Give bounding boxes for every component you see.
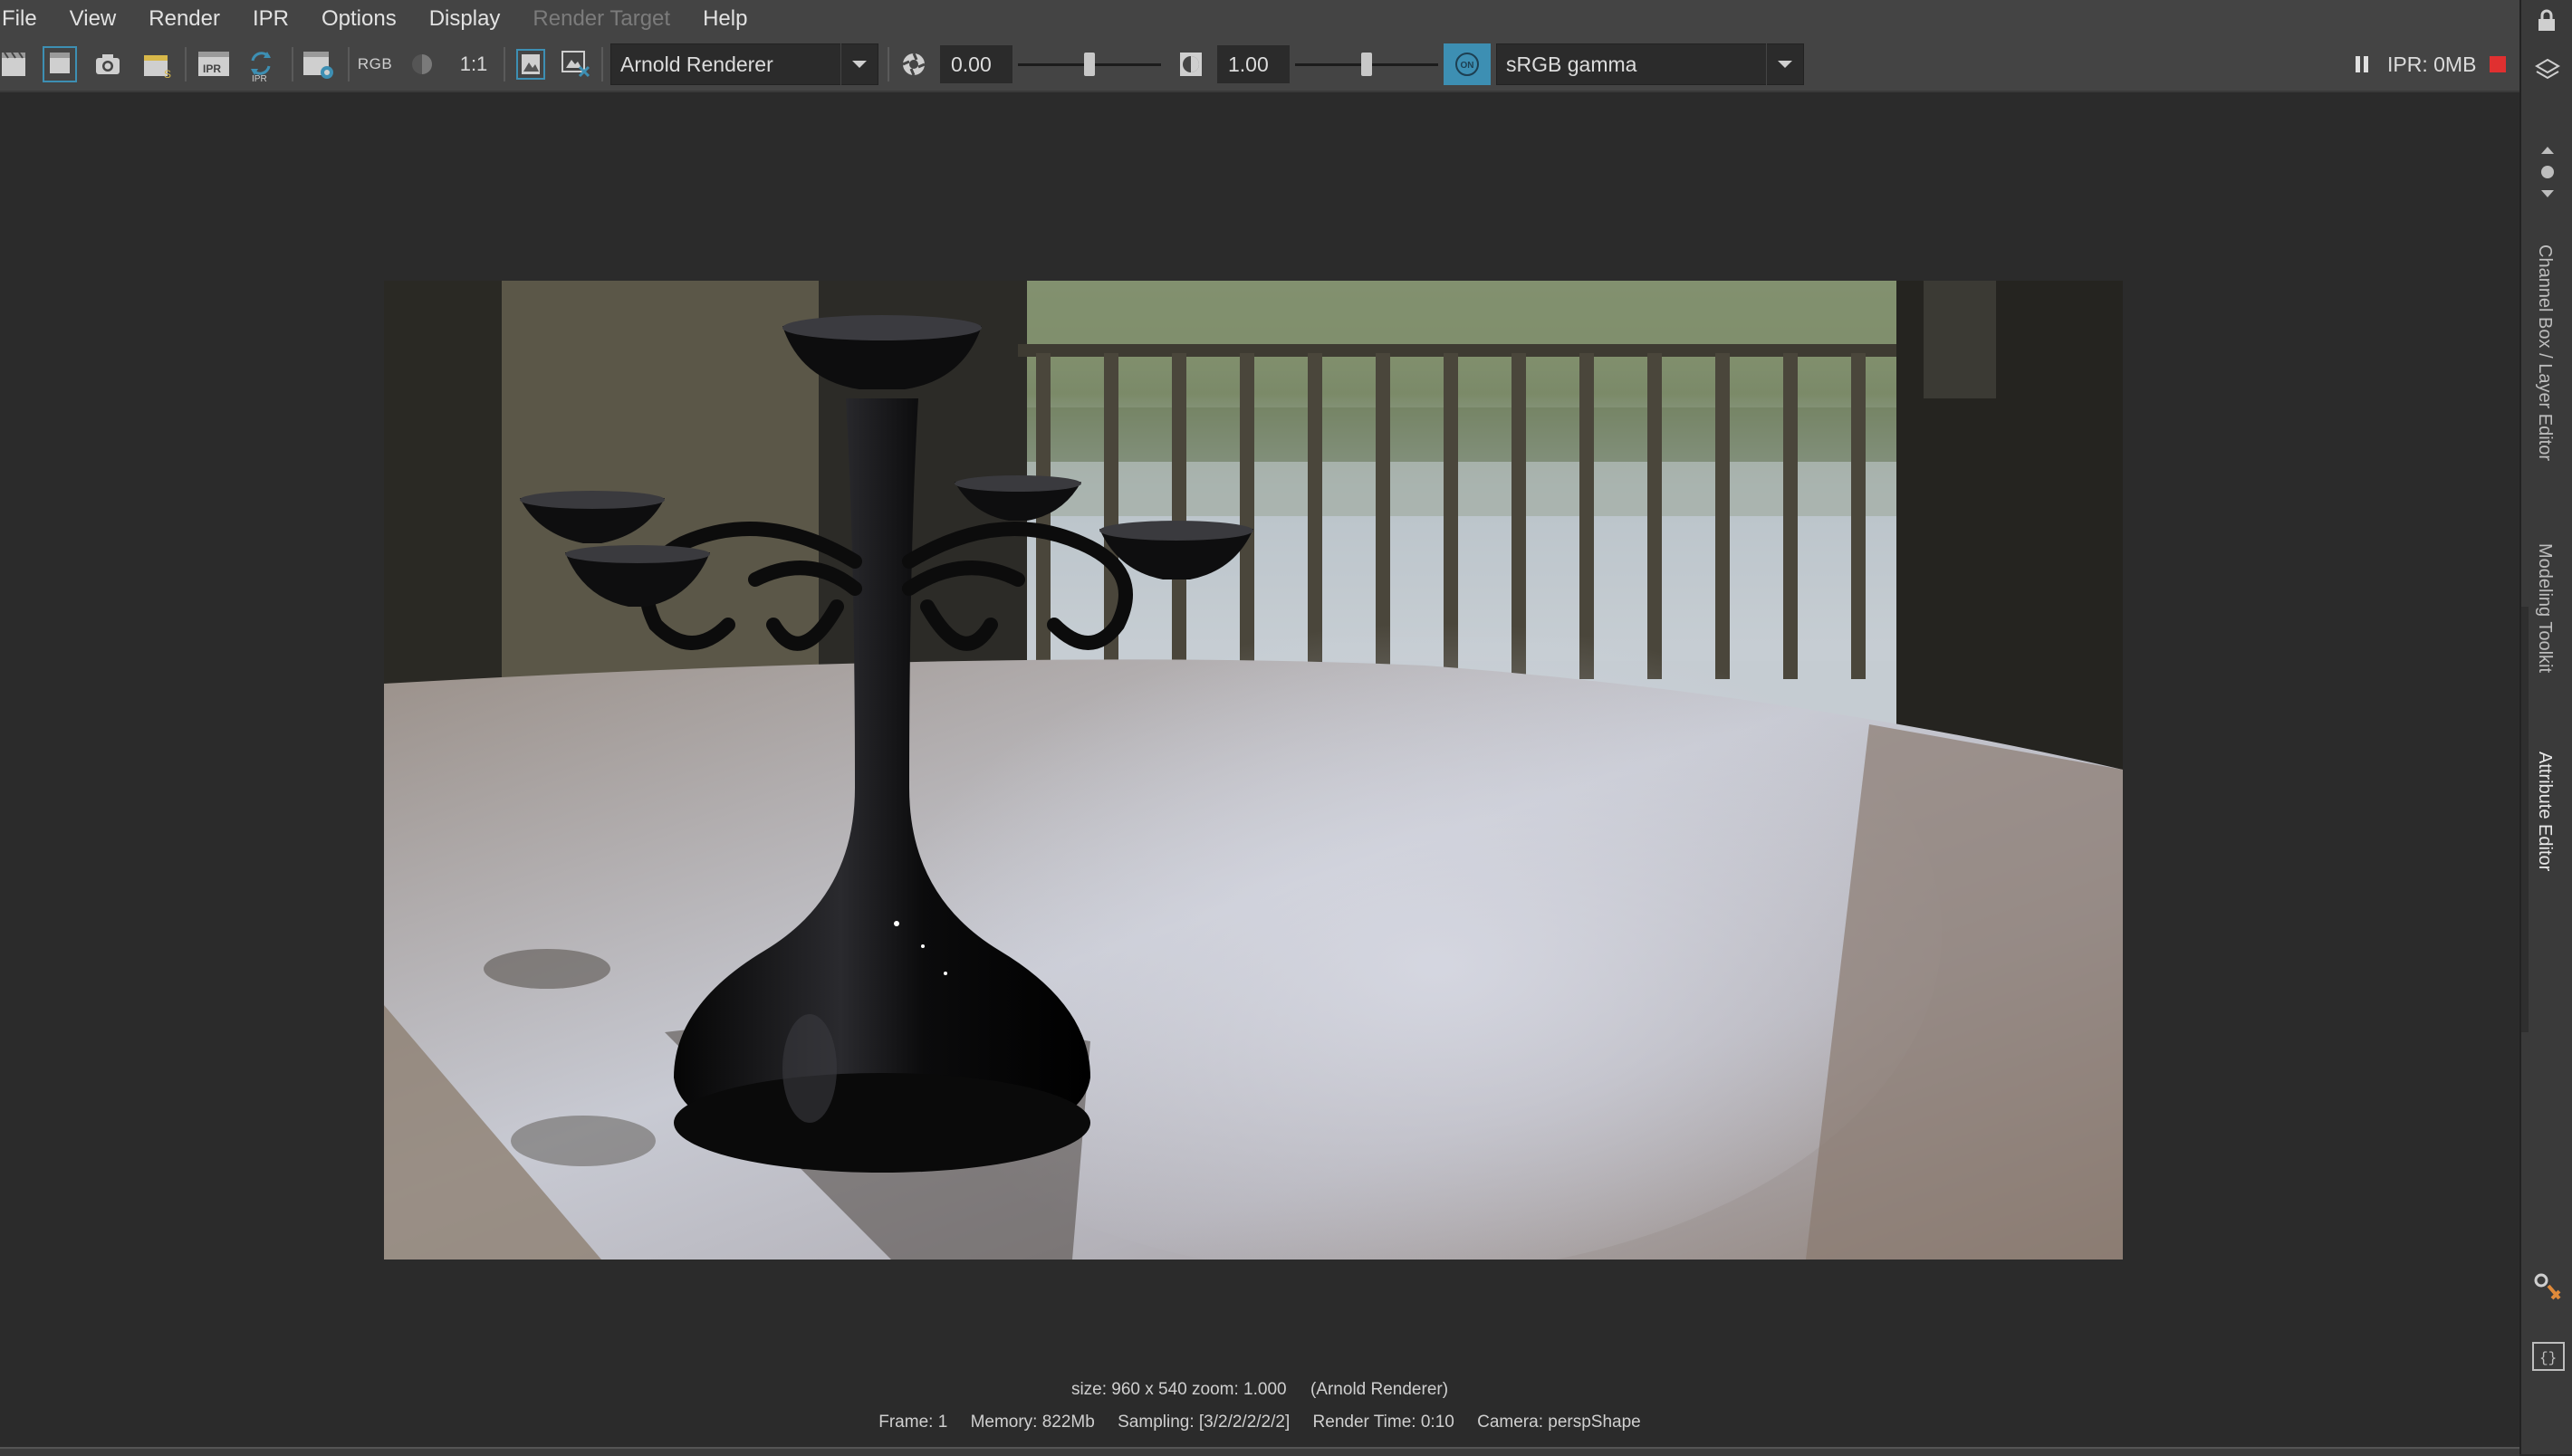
render-region-icon[interactable] — [42, 45, 78, 83]
render-size-info: size: 960 x 540 zoom: 1.000 (Arnold Rend… — [1070, 1380, 1449, 1399]
svg-text:IPR: IPR — [203, 62, 221, 75]
refresh-ipr-icon[interactable]: IPR — [243, 45, 279, 83]
toolbar-separator — [888, 47, 889, 81]
rgb-channel-button[interactable]: RGB — [357, 45, 393, 83]
chevron-down-icon — [1766, 43, 1803, 85]
layers-icon[interactable] — [2534, 56, 2561, 88]
chevron-down-icon — [840, 43, 878, 85]
menu-render-target: Render Target — [533, 6, 671, 31]
renderer-dropdown-label: Arnold Renderer — [620, 52, 773, 76]
real-size-button[interactable]: 1:1 — [451, 45, 496, 83]
svg-text:S: S — [164, 68, 171, 80]
menu-bar: File View Render IPR Options Display Render Ta… — [0, 0, 2519, 38]
menu-options[interactable]: Options — [305, 0, 413, 38]
svg-text:{}: {} — [2539, 1350, 2557, 1366]
modeling-toolkit-tab[interactable]: Modeling Toolkit — [2534, 543, 2555, 673]
render-settings-icon[interactable] — [301, 45, 337, 83]
exposure-slider-handle[interactable] — [1084, 53, 1095, 76]
exposure-field[interactable]: 0.00 — [940, 45, 1012, 83]
tool-settings-icon[interactable] — [2532, 1271, 2565, 1308]
railing-baluster — [1715, 353, 1730, 679]
render-stats: Frame: 1 Memory: 822Mb Sampling: [3/2/2/… — [0, 1413, 2519, 1432]
attribute-editor-tab[interactable]: Attribute Editor — [2534, 752, 2555, 871]
sampling-label: Sampling: [3/2/2/2/2/2] — [1118, 1413, 1291, 1432]
scroll-up-icon[interactable] — [2539, 145, 2556, 204]
render-frame-icon[interactable] — [0, 45, 27, 83]
menu-display[interactable]: Display — [413, 0, 517, 38]
menu-help[interactable]: Help — [686, 0, 763, 38]
exposure-icon[interactable] — [897, 45, 931, 83]
menu-render[interactable]: Render — [132, 0, 236, 38]
gamma-slider-handle[interactable] — [1361, 53, 1372, 76]
gamma-field[interactable]: 1.00 — [1217, 45, 1290, 83]
menu-file[interactable]: File — [0, 0, 53, 38]
frame-label: Frame: 1 — [878, 1413, 948, 1432]
gamma-slider[interactable] — [1295, 45, 1438, 83]
memory-label: Memory: 822Mb — [970, 1413, 1095, 1432]
view-transform-toggle-label: ON — [1461, 61, 1474, 71]
toolbar-separator — [185, 47, 187, 81]
remove-image-icon[interactable] — [558, 45, 594, 83]
railing-baluster — [1647, 353, 1662, 679]
bottom-bar — [0, 1447, 2519, 1456]
right-dock-strip: Channel Box / Layer Editor Modeling Tool… — [2519, 0, 2572, 1454]
lock-icon[interactable] — [2536, 9, 2558, 37]
view-transform-toggle[interactable]: ON — [1444, 43, 1491, 85]
render-image — [384, 281, 2123, 1260]
railing-baluster — [1783, 353, 1798, 679]
render-sequence-icon[interactable]: S — [141, 45, 174, 83]
camera-label: Camera: perspShape — [1477, 1413, 1641, 1432]
railing-baluster — [1851, 353, 1866, 679]
renderer-dropdown[interactable]: Arnold Renderer — [610, 43, 878, 85]
toolbar-separator — [504, 47, 505, 81]
render-view-toolbar: S IPR IPR RGB 1:1 Arnold Renderer 0.00 1… — [0, 38, 2519, 92]
svg-text:IPR: IPR — [252, 74, 267, 82]
menu-view[interactable]: View — [53, 0, 133, 38]
menu-ipr[interactable]: IPR — [236, 0, 305, 38]
color-space-label: sRGB gamma — [1506, 52, 1637, 76]
alpha-channel-icon[interactable] — [404, 45, 440, 83]
stop-ipr-icon[interactable] — [2487, 45, 2509, 83]
toolbar-separator — [601, 47, 603, 81]
pause-ipr-icon[interactable] — [2351, 45, 2373, 83]
rendered-scene — [384, 281, 2123, 1260]
exposure-slider[interactable] — [1018, 45, 1161, 83]
color-space-dropdown[interactable]: sRGB gamma — [1496, 43, 1804, 85]
dock-scrollbar[interactable] — [2521, 607, 2529, 1032]
channel-box-tab[interactable]: Channel Box / Layer Editor — [2534, 244, 2555, 461]
snapshot-icon[interactable] — [92, 45, 123, 83]
ipr-clapper-icon[interactable]: IPR — [196, 45, 232, 83]
display-image-icon[interactable] — [513, 45, 549, 83]
render-time-label: Render Time: 0:10 — [1312, 1413, 1454, 1432]
toolbar-separator — [292, 47, 293, 81]
script-editor-icon[interactable]: {} — [2532, 1342, 2565, 1371]
ipr-memory-label: IPR: 0MB — [2387, 53, 2477, 76]
toolbar-separator — [348, 47, 350, 81]
gamma-icon[interactable] — [1174, 45, 1208, 83]
